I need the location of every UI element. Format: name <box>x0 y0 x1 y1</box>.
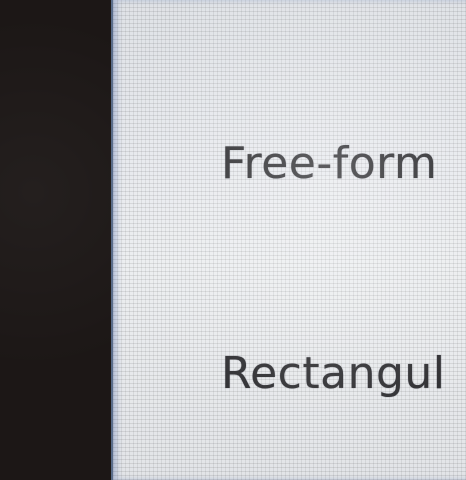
menu-item-free-form[interactable]: Free-form <box>221 142 437 186</box>
monitor-bezel <box>0 0 111 480</box>
menu-item-rectangular[interactable]: Rectangul <box>221 352 446 396</box>
screen-area: Free-form Rectangul <box>111 0 466 480</box>
screen-photo: Free-form Rectangul <box>0 0 466 480</box>
